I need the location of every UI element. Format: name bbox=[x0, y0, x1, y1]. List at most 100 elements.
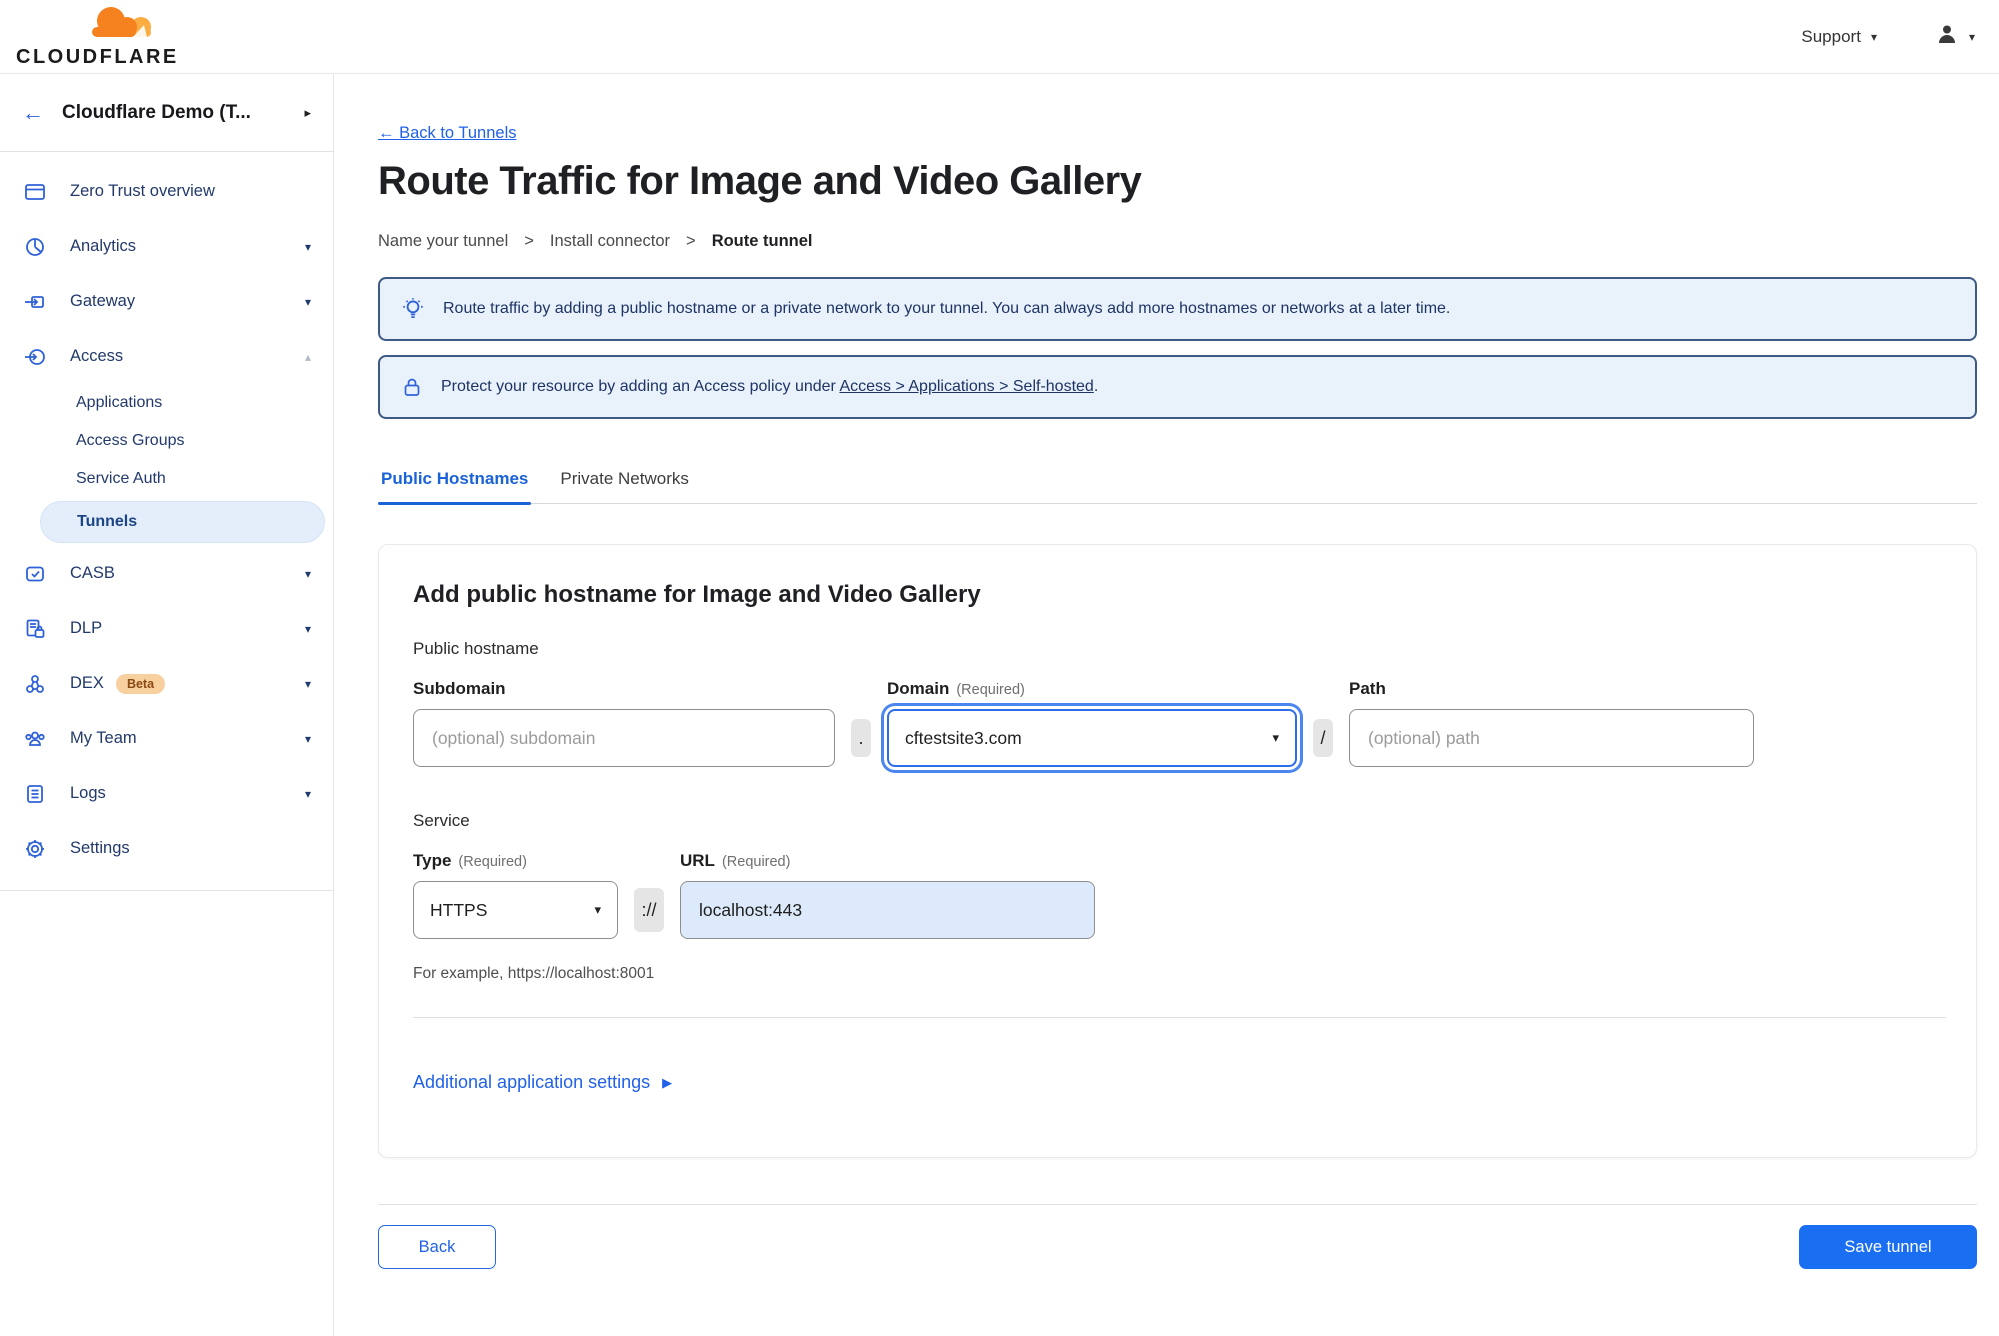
breadcrumb-step-name-tunnel[interactable]: Name your tunnel bbox=[378, 232, 508, 251]
sidebar-item-logs[interactable]: Logs ▾ bbox=[0, 766, 333, 821]
breadcrumb-separator: > bbox=[686, 232, 696, 250]
sidebar-item-label: DEX bbox=[70, 674, 104, 692]
support-label: Support bbox=[1801, 26, 1861, 46]
domain-select[interactable]: cftestsite3.com ▾ bbox=[887, 709, 1297, 767]
add-hostname-card: Add public hostname for Image and Video … bbox=[378, 544, 1977, 1158]
dot-separator: . bbox=[851, 719, 871, 757]
back-arrow-icon[interactable]: ← bbox=[22, 100, 44, 126]
chevron-down-icon: ▾ bbox=[1272, 730, 1279, 745]
sidebar-item-label: Zero Trust overview bbox=[70, 182, 215, 200]
footer-divider bbox=[378, 1204, 1977, 1205]
path-input[interactable] bbox=[1349, 709, 1754, 767]
sidebar-item-label: My Team bbox=[70, 729, 137, 747]
sidebar-item-access-groups[interactable]: Access Groups bbox=[0, 422, 333, 460]
subdomain-label-text: Subdomain bbox=[413, 679, 506, 698]
tab-public-hostnames[interactable]: Public Hostnames bbox=[378, 469, 532, 505]
hostname-input-row: . cftestsite3.com ▾ / bbox=[413, 709, 1946, 767]
cloudflare-logo-text: CLOUDFLARE bbox=[16, 46, 179, 68]
card-heading: Add public hostname for Image and Video … bbox=[413, 581, 981, 608]
service-type-value: HTTPS bbox=[430, 899, 488, 920]
sidebar-item-service-auth[interactable]: Service Auth bbox=[0, 460, 333, 498]
domain-required-hint: (Required) bbox=[956, 682, 1025, 698]
tab-private-networks[interactable]: Private Networks bbox=[557, 469, 691, 503]
access-applications-self-hosted-link[interactable]: Access > Applications > Self-hosted bbox=[839, 378, 1093, 395]
sidebar-item-dlp[interactable]: DLP ▾ bbox=[0, 601, 333, 656]
type-label-text: Type bbox=[413, 851, 452, 870]
subdomain-label: Subdomain bbox=[413, 679, 835, 699]
logs-icon bbox=[22, 781, 48, 807]
back-to-tunnels-link[interactable]: ← Back to Tunnels bbox=[378, 124, 517, 143]
sidebar-item-tunnels[interactable]: Tunnels bbox=[40, 501, 325, 543]
domain-label-text: Domain bbox=[887, 679, 950, 698]
sidebar-item-label: Access Groups bbox=[76, 432, 185, 449]
breadcrumb-step-install-connector[interactable]: Install connector bbox=[550, 232, 670, 251]
sidebar-item-label: Gateway bbox=[70, 292, 136, 310]
service-url-input[interactable] bbox=[680, 881, 1095, 939]
public-hostname-section-label: Public hostname bbox=[413, 639, 539, 658]
chevron-down-icon: ▾ bbox=[1870, 29, 1877, 44]
support-menu[interactable]: Support ▾ bbox=[1801, 27, 1877, 47]
sidebar-item-label: Applications bbox=[76, 394, 163, 411]
chevron-down-icon: ▾ bbox=[304, 239, 311, 254]
cloudflare-logo[interactable]: CLOUDFLARE bbox=[16, 4, 176, 69]
sidebar-item-casb[interactable]: CASB ▾ bbox=[0, 546, 333, 601]
analytics-icon bbox=[22, 234, 48, 260]
additional-settings-label: Additional application settings bbox=[413, 1072, 651, 1092]
subdomain-input[interactable] bbox=[413, 709, 835, 767]
slash-separator: / bbox=[1313, 719, 1333, 757]
sidebar-item-my-team[interactable]: My Team ▾ bbox=[0, 711, 333, 766]
sidebar-item-zero-trust-overview[interactable]: Zero Trust overview bbox=[0, 164, 333, 219]
sidebar-item-label: Access bbox=[70, 347, 124, 365]
sidebar-item-label: Service Auth bbox=[76, 470, 166, 487]
access-policy-banner-text: Protect your resource by adding an Acces… bbox=[441, 378, 1098, 396]
dex-icon bbox=[22, 671, 48, 697]
domain-select-value: cftestsite3.com bbox=[905, 727, 1022, 748]
banner-text-after: . bbox=[1093, 378, 1099, 395]
sidebar-item-settings[interactable]: Settings bbox=[0, 821, 333, 876]
service-label-row: Type (Required) URL (Required) bbox=[413, 851, 1946, 871]
sidebar-item-label: Logs bbox=[70, 784, 106, 802]
dlp-icon bbox=[22, 616, 48, 642]
team-name[interactable]: Cloudflare Demo (T... bbox=[62, 102, 304, 124]
gear-icon bbox=[22, 836, 48, 862]
user-icon bbox=[1935, 22, 1959, 51]
chevron-right-icon[interactable]: ▸ bbox=[304, 105, 311, 121]
overview-icon bbox=[22, 179, 48, 205]
sidebar-item-analytics[interactable]: Analytics ▾ bbox=[0, 219, 333, 274]
banner-text-before: Protect your resource by adding an Acces… bbox=[441, 378, 840, 395]
scheme-separator: :// bbox=[634, 888, 664, 932]
sidebar: ← Cloudflare Demo (T... ▸ Zero Trust ove… bbox=[0, 74, 334, 1336]
sidebar-item-label: Tunnels bbox=[77, 513, 138, 530]
cloudflare-cloud-icon bbox=[16, 4, 176, 45]
sidebar-item-gateway[interactable]: Gateway ▾ bbox=[0, 274, 333, 329]
service-type-select[interactable]: HTTPS ▾ bbox=[413, 881, 618, 939]
sidebar-divider bbox=[0, 890, 333, 891]
url-required-hint: (Required) bbox=[721, 854, 791, 870]
team-icon bbox=[22, 726, 48, 752]
casb-icon bbox=[22, 561, 48, 587]
hostname-label-row: Subdomain Domain (Required) Path bbox=[413, 679, 1946, 699]
save-tunnel-button[interactable]: Save tunnel bbox=[1799, 1225, 1977, 1269]
chevron-down-icon: ▾ bbox=[304, 786, 311, 801]
sidebar-item-dex[interactable]: DEX Beta ▾ bbox=[0, 656, 333, 711]
team-switcher: ← Cloudflare Demo (T... ▸ bbox=[0, 74, 333, 152]
chevron-down-icon: ▾ bbox=[1968, 29, 1975, 44]
chevron-up-icon: ▴ bbox=[304, 349, 311, 364]
sidebar-item-access[interactable]: Access ▴ bbox=[0, 329, 333, 384]
access-icon bbox=[22, 344, 48, 370]
topbar: CLOUDFLARE Support ▾ ▾ bbox=[0, 0, 1999, 74]
additional-settings-toggle[interactable]: Additional application settings ▶ bbox=[413, 1072, 672, 1093]
gateway-icon bbox=[22, 289, 48, 315]
main-content: ← Back to Tunnels Route Traffic for Imag… bbox=[334, 74, 1999, 1269]
chevron-down-icon: ▾ bbox=[304, 621, 311, 636]
domain-label: Domain (Required) bbox=[887, 679, 1297, 699]
back-button[interactable]: Back bbox=[378, 1225, 496, 1269]
sidebar-item-applications[interactable]: Applications bbox=[0, 384, 333, 422]
account-menu[interactable]: ▾ bbox=[1935, 22, 1975, 51]
page-title: Route Traffic for Image and Video Galler… bbox=[378, 159, 1142, 203]
path-label: Path bbox=[1349, 679, 1754, 699]
type-label: Type (Required) bbox=[413, 851, 618, 871]
info-banner: Route traffic by adding a public hostnam… bbox=[378, 277, 1977, 341]
sidebar-item-label: DLP bbox=[70, 619, 103, 637]
url-example-hint: For example, https://localhost:8001 bbox=[413, 965, 655, 982]
